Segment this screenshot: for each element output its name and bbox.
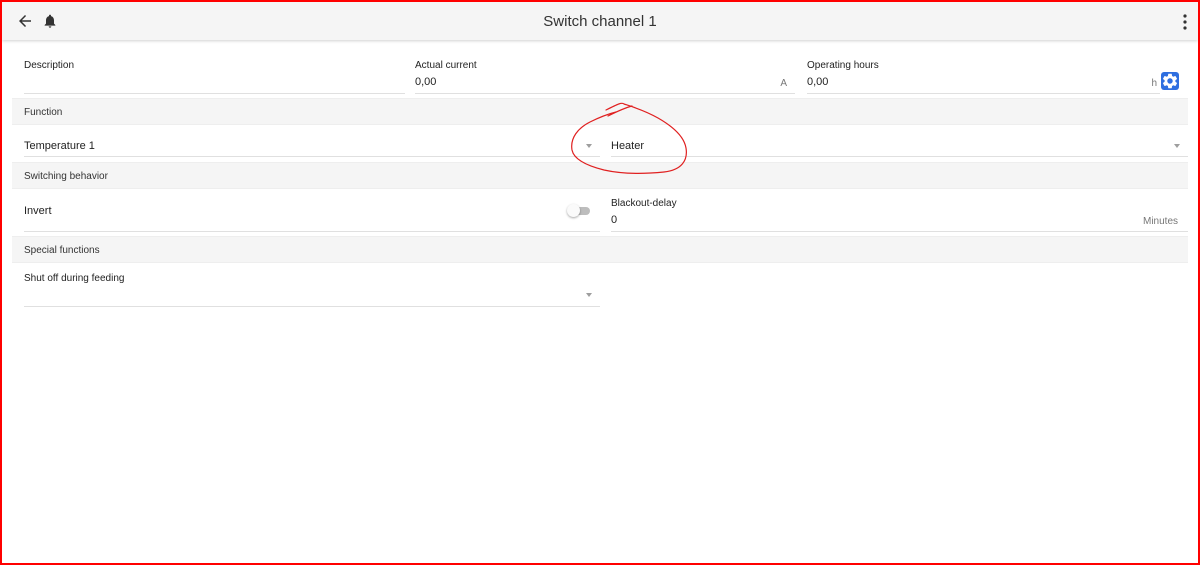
section-special-functions-title: Special functions [24,245,100,256]
blackout-delay-unit: Minutes [1142,216,1178,227]
sensor-select[interactable]: Temperature 1 [24,132,600,157]
actual-current-field[interactable]: Actual current 0,00 A [415,56,795,94]
description-field[interactable]: Description [24,56,405,94]
section-switching-behavior-title: Switching behavior [24,171,108,182]
actual-current-value: 0,00 [415,76,437,88]
function-type-select[interactable]: Heater [611,132,1188,157]
operating-hours-field[interactable]: Operating hours 0,00 h [807,56,1160,94]
more-vert-icon[interactable] [1182,13,1188,31]
gear-icon [1162,73,1178,89]
invert-toggle[interactable] [567,204,591,217]
shut-off-during-feeding-select[interactable]: Shut off during feeding [24,268,600,307]
sensor-select-value: Temperature 1 [24,140,95,152]
function-type-select-value: Heater [611,140,645,152]
description-label: Description [24,60,75,71]
actual-current-unit: A [780,78,787,89]
invert-label: Invert [24,205,52,217]
shut-off-during-feeding-label: Shut off during feeding [24,273,125,284]
blackout-delay-label: Blackout-delay [611,198,677,209]
invert-row: Invert [24,192,600,232]
section-special-functions-header: Special functions [12,236,1188,263]
chevron-down-icon[interactable] [586,144,592,148]
actual-current-label: Actual current [415,60,477,71]
blackout-delay-field[interactable]: Blackout-delay 0 Minutes [611,192,1188,232]
page-title: Switch channel 1 [543,13,657,30]
operating-hours-unit: h [1151,78,1157,89]
section-function-title: Function [24,107,63,118]
settings-gear-button[interactable] [1161,72,1179,90]
invert-toggle-thumb [567,204,580,217]
operating-hours-label: Operating hours [807,60,879,71]
section-function-header: Function [12,98,1188,125]
chevron-down-icon[interactable] [1174,144,1180,148]
operating-hours-value: 0,00 [807,76,829,88]
section-switching-behavior-header: Switching behavior [12,162,1188,189]
blackout-delay-value: 0 [611,214,618,226]
chevron-down-icon[interactable] [586,293,592,297]
app-bar: Switch channel 1 [2,2,1198,40]
